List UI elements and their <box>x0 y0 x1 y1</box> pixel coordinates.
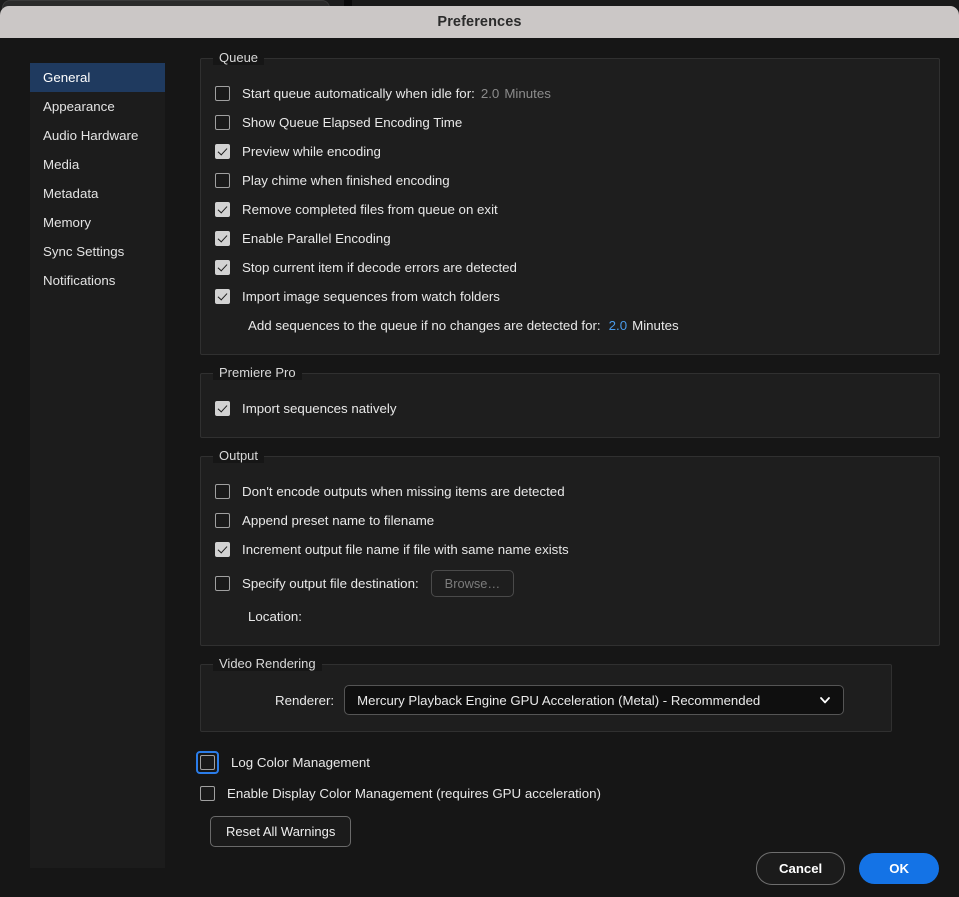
checkbox-import-image-sequences[interactable] <box>215 289 230 304</box>
browse-button[interactable]: Browse… <box>431 570 514 597</box>
label-dont-encode-missing-items: Don't encode outputs when missing items … <box>242 484 565 499</box>
row-preview-while-encoding[interactable]: Preview while encoding <box>215 137 925 166</box>
preferences-dialog: Preferences General Appearance Audio Har… <box>0 0 959 897</box>
sidebar-item-audio-hardware[interactable]: Audio Hardware <box>30 121 165 150</box>
output-group-title: Output <box>213 448 264 463</box>
queue-group-title: Queue <box>213 50 264 65</box>
label-log-color-management: Log Color Management <box>231 755 370 770</box>
row-stop-on-decode-errors[interactable]: Stop current item if decode errors are d… <box>215 253 925 282</box>
row-import-image-sequences[interactable]: Import image sequences from watch folder… <box>215 282 925 311</box>
checkbox-enable-display-color-management[interactable] <box>200 786 215 801</box>
label-increment-file-name: Increment output file name if file with … <box>242 542 569 557</box>
label-stop-on-decode-errors: Stop current item if decode errors are d… <box>242 260 517 275</box>
row-increment-file-name[interactable]: Increment output file name if file with … <box>215 535 925 564</box>
sidebar-item-label: Sync Settings <box>43 244 124 259</box>
label-enable-display-color-management: Enable Display Color Management (require… <box>227 786 601 801</box>
row-renderer: Renderer: Mercury Playback Engine GPU Ac… <box>215 685 877 715</box>
sidebar-item-appearance[interactable]: Appearance <box>30 92 165 121</box>
checkbox-stop-on-decode-errors[interactable] <box>215 260 230 275</box>
checkbox-show-queue-elapsed-time[interactable] <box>215 115 230 130</box>
label-specify-output-destination: Specify output file destination: <box>242 576 419 591</box>
label-import-sequences-natively: Import sequences natively <box>242 401 396 416</box>
checkbox-start-queue-automatically[interactable] <box>215 86 230 101</box>
row-log-color-management[interactable]: Log Color Management <box>200 746 940 779</box>
label-import-image-sequences: Import image sequences from watch folder… <box>242 289 500 304</box>
chevron-down-icon <box>819 694 831 706</box>
label-renderer: Renderer: <box>275 693 334 708</box>
checkbox-dont-encode-missing-items[interactable] <box>215 484 230 499</box>
sidebar-item-metadata[interactable]: Metadata <box>30 179 165 208</box>
label-start-queue-automatically: Start queue automatically when idle for: <box>242 86 475 101</box>
label-play-chime: Play chime when finished encoding <box>242 173 450 188</box>
row-import-sequences-natively[interactable]: Import sequences natively <box>215 394 925 423</box>
row-append-preset-name[interactable]: Append preset name to filename <box>215 506 925 535</box>
color-management-section: Log Color Management Enable Display Colo… <box>200 746 940 847</box>
sidebar-item-label: Appearance <box>43 99 115 114</box>
sidebar-item-media[interactable]: Media <box>30 150 165 179</box>
reset-all-warnings-button[interactable]: Reset All Warnings <box>210 816 351 847</box>
sidebar-item-sync-settings[interactable]: Sync Settings <box>30 237 165 266</box>
checkbox-append-preset-name[interactable] <box>215 513 230 528</box>
checkbox-increment-file-name[interactable] <box>215 542 230 557</box>
sidebar-item-notifications[interactable]: Notifications <box>30 266 165 295</box>
row-show-queue-elapsed-time[interactable]: Show Queue Elapsed Encoding Time <box>215 108 925 137</box>
label-add-sequences-delay: Add sequences to the queue if no changes… <box>248 318 601 333</box>
row-enable-display-color-management[interactable]: Enable Display Color Management (require… <box>200 779 940 808</box>
checkbox-enable-parallel-encoding[interactable] <box>215 231 230 246</box>
label-enable-parallel-encoding: Enable Parallel Encoding <box>242 231 391 246</box>
sidebar-item-label: Audio Hardware <box>43 128 138 143</box>
sidebar-item-label: General <box>43 70 90 85</box>
preferences-content: Queue Start queue automatically when idl… <box>200 58 940 847</box>
label-remove-completed-files: Remove completed files from queue on exi… <box>242 202 498 217</box>
sidebar-item-general[interactable]: General <box>30 63 165 92</box>
row-enable-parallel-encoding[interactable]: Enable Parallel Encoding <box>215 224 925 253</box>
unit-start-queue-idle: Minutes <box>504 86 551 101</box>
row-location: Location: <box>215 602 925 631</box>
value-add-sequences-minutes[interactable]: 2.0 <box>609 318 628 333</box>
output-group: Output Don't encode outputs when missing… <box>200 456 940 646</box>
dialog-titlebar[interactable]: Preferences <box>0 6 959 38</box>
cancel-button[interactable]: Cancel <box>756 852 845 885</box>
checkbox-remove-completed-files[interactable] <box>215 202 230 217</box>
checkbox-log-color-management[interactable] <box>200 755 215 770</box>
dialog-footer: Cancel OK <box>756 852 939 885</box>
row-play-chime[interactable]: Play chime when finished encoding <box>215 166 925 195</box>
sidebar-item-memory[interactable]: Memory <box>30 208 165 237</box>
row-dont-encode-missing-items[interactable]: Don't encode outputs when missing items … <box>215 477 925 506</box>
preferences-sidebar: General Appearance Audio Hardware Media … <box>30 63 165 868</box>
label-location: Location: <box>248 609 302 624</box>
dialog-body: General Appearance Audio Hardware Media … <box>0 38 959 897</box>
unit-add-sequences: Minutes <box>632 318 679 333</box>
value-start-queue-idle-minutes[interactable]: 2.0 <box>481 86 500 101</box>
checkbox-specify-output-destination[interactable] <box>215 576 230 591</box>
checkbox-preview-while-encoding[interactable] <box>215 144 230 159</box>
label-show-queue-elapsed-time: Show Queue Elapsed Encoding Time <box>242 115 462 130</box>
video-rendering-group-title: Video Rendering <box>213 656 322 671</box>
focus-ring-log-color-management <box>196 751 219 774</box>
sidebar-item-label: Notifications <box>43 273 115 288</box>
renderer-select-value: Mercury Playback Engine GPU Acceleration… <box>357 693 819 708</box>
premiere-pro-group-title: Premiere Pro <box>213 365 302 380</box>
row-remove-completed-files[interactable]: Remove completed files from queue on exi… <box>215 195 925 224</box>
video-rendering-group: Video Rendering Renderer: Mercury Playba… <box>200 664 892 732</box>
renderer-select[interactable]: Mercury Playback Engine GPU Acceleration… <box>344 685 844 715</box>
ok-button[interactable]: OK <box>859 853 939 884</box>
queue-group: Queue Start queue automatically when idl… <box>200 58 940 355</box>
dialog-title: Preferences <box>437 14 521 30</box>
checkbox-import-sequences-natively[interactable] <box>215 401 230 416</box>
row-specify-output-destination[interactable]: Specify output file destination: Browse… <box>215 564 925 602</box>
checkbox-play-chime[interactable] <box>215 173 230 188</box>
label-preview-while-encoding: Preview while encoding <box>242 144 381 159</box>
row-start-queue-automatically[interactable]: Start queue automatically when idle for:… <box>215 79 925 108</box>
label-append-preset-name: Append preset name to filename <box>242 513 434 528</box>
sidebar-item-label: Metadata <box>43 186 98 201</box>
sidebar-item-label: Media <box>43 157 79 172</box>
premiere-pro-group: Premiere Pro Import sequences natively <box>200 373 940 438</box>
sidebar-item-label: Memory <box>43 215 91 230</box>
row-add-sequences-delay: Add sequences to the queue if no changes… <box>215 311 925 340</box>
